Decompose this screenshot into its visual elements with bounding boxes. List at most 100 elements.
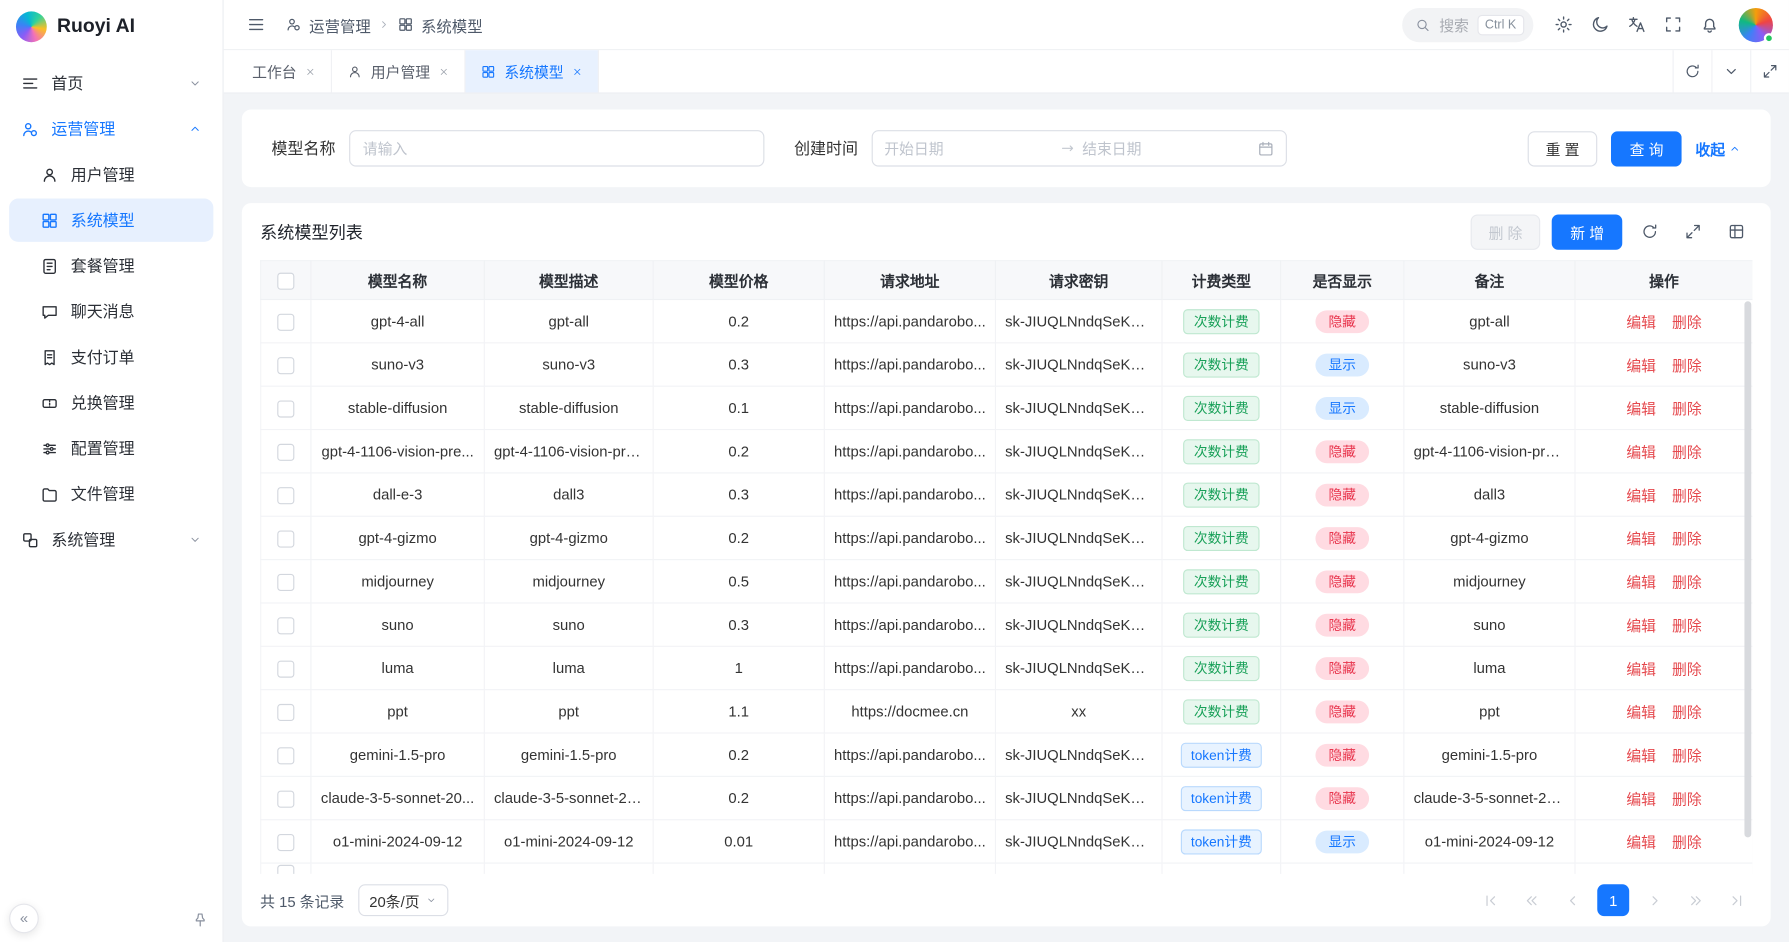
refresh-page-icon[interactable] xyxy=(1673,50,1712,92)
sidebar-item-user[interactable]: 用户管理 xyxy=(9,153,213,196)
edit-link[interactable]: 编辑 xyxy=(1626,704,1656,721)
edit-link[interactable]: 编辑 xyxy=(1626,791,1656,808)
delete-link[interactable]: 删除 xyxy=(1672,444,1702,461)
row-checkbox[interactable] xyxy=(277,617,294,634)
table-scrollbar[interactable] xyxy=(1743,301,1752,871)
row-checkbox[interactable] xyxy=(277,747,294,764)
hamburger-menu-icon[interactable] xyxy=(240,9,272,41)
refresh-table-icon[interactable] xyxy=(1634,216,1666,248)
bulk-delete-button[interactable]: 删 除 xyxy=(1470,214,1540,249)
pin-sidebar-icon[interactable] xyxy=(192,912,209,929)
row-checkbox[interactable] xyxy=(277,357,294,374)
sidebar-item-order[interactable]: 支付订单 xyxy=(9,335,213,378)
delete-link[interactable]: 删除 xyxy=(1672,487,1702,504)
start-date-input[interactable] xyxy=(884,140,1052,157)
edit-link[interactable]: 编辑 xyxy=(1626,661,1656,678)
add-button[interactable]: 新 增 xyxy=(1552,214,1622,249)
last-page-button[interactable] xyxy=(1720,884,1752,916)
sidebar-item-config[interactable]: 配置管理 xyxy=(9,427,213,470)
row-checkbox[interactable] xyxy=(277,660,294,677)
request-key-cell: sk-JIUQLNndqSeKWU... xyxy=(995,776,1162,819)
brand[interactable]: Ruoyi AI xyxy=(0,0,222,52)
date-range-picker[interactable] xyxy=(872,130,1287,167)
delete-link[interactable]: 删除 xyxy=(1672,791,1702,808)
sidebar-item-chat[interactable]: 聊天消息 xyxy=(9,290,213,333)
edit-link[interactable]: 编辑 xyxy=(1626,357,1656,374)
tab-model[interactable]: 系统模型 xyxy=(466,50,600,92)
sidebar-group-system[interactable]: 系统管理 xyxy=(9,518,213,561)
breadcrumb: 运营管理 系统模型 xyxy=(285,13,482,36)
delete-link[interactable]: 删除 xyxy=(1672,357,1702,374)
content-expand-icon[interactable] xyxy=(1750,50,1789,92)
row-checkbox[interactable] xyxy=(277,703,294,720)
edit-link[interactable]: 编辑 xyxy=(1626,444,1656,461)
sidebar-item-package[interactable]: 套餐管理 xyxy=(9,244,213,287)
model-name-input[interactable] xyxy=(349,130,764,167)
tab-user[interactable]: 用户管理 xyxy=(332,50,466,92)
row-checkbox[interactable] xyxy=(277,530,294,547)
breadcrumb-item-operations[interactable]: 运营管理 xyxy=(285,13,371,36)
next-page-button[interactable] xyxy=(1638,884,1670,916)
fullscreen-icon[interactable] xyxy=(1657,9,1689,41)
dark-mode-moon-icon[interactable] xyxy=(1584,9,1616,41)
user-avatar[interactable] xyxy=(1739,7,1773,41)
column-settings-icon[interactable] xyxy=(1720,216,1752,248)
row-checkbox[interactable] xyxy=(277,313,294,330)
delete-link[interactable]: 删除 xyxy=(1672,834,1702,851)
delete-link[interactable]: 删除 xyxy=(1672,747,1702,764)
prev-page-button[interactable] xyxy=(1556,884,1588,916)
close-tab-icon[interactable] xyxy=(305,66,316,77)
close-tab-icon[interactable] xyxy=(438,66,449,77)
edit-link[interactable]: 编辑 xyxy=(1626,314,1656,331)
query-button[interactable]: 查 询 xyxy=(1611,131,1681,166)
delete-link[interactable]: 删除 xyxy=(1672,704,1702,721)
edit-link[interactable]: 编辑 xyxy=(1626,747,1656,764)
model-desc-cell: suno-v3 xyxy=(484,343,653,386)
global-search[interactable]: 搜索 Ctrl K xyxy=(1403,7,1534,41)
edit-link[interactable]: 编辑 xyxy=(1626,574,1656,591)
delete-link[interactable]: 删除 xyxy=(1672,531,1702,548)
next-pages-button[interactable] xyxy=(1679,884,1711,916)
language-translate-icon[interactable] xyxy=(1620,9,1652,41)
delete-link[interactable]: 删除 xyxy=(1672,617,1702,634)
tab-menu-chevron-down-icon[interactable] xyxy=(1711,50,1750,92)
row-checkbox[interactable] xyxy=(277,487,294,504)
sidebar-item-redeem[interactable]: 兑换管理 xyxy=(9,381,213,424)
table-fullscreen-icon[interactable] xyxy=(1677,216,1709,248)
edit-link[interactable]: 编辑 xyxy=(1626,487,1656,504)
edit-link[interactable]: 编辑 xyxy=(1626,531,1656,548)
close-tab-icon[interactable] xyxy=(572,66,583,77)
collapse-filters-link[interactable]: 收起 xyxy=(1695,137,1741,159)
tab-workbench[interactable]: 工作台 xyxy=(237,50,332,92)
page-size-select[interactable]: 20条/页 xyxy=(358,884,448,916)
end-date-input[interactable] xyxy=(1082,140,1250,157)
row-checkbox[interactable] xyxy=(277,573,294,590)
row-checkbox[interactable] xyxy=(277,833,294,850)
sidebar-item-model[interactable]: 系统模型 xyxy=(9,199,213,242)
pagination: 共 15 条记录 20条/页 1 xyxy=(260,874,1752,926)
data-table: 模型名称模型描述模型价格请求地址请求密钥计费类型是否显示备注操作 gpt-4-a… xyxy=(260,260,1752,874)
reset-button[interactable]: 重 置 xyxy=(1527,131,1597,166)
breadcrumb-item-model[interactable]: 系统模型 xyxy=(397,13,483,36)
delete-link[interactable]: 删除 xyxy=(1672,661,1702,678)
edit-link[interactable]: 编辑 xyxy=(1626,834,1656,851)
edit-link[interactable]: 编辑 xyxy=(1626,400,1656,417)
select-all-checkbox[interactable] xyxy=(277,272,294,289)
delete-link[interactable]: 删除 xyxy=(1672,574,1702,591)
sidebar-collapse-button[interactable]: « xyxy=(9,904,39,934)
row-checkbox[interactable] xyxy=(277,443,294,460)
delete-link[interactable]: 删除 xyxy=(1672,400,1702,417)
row-checkbox[interactable] xyxy=(277,790,294,807)
row-checkbox[interactable] xyxy=(277,400,294,417)
edit-link[interactable]: 编辑 xyxy=(1626,617,1656,634)
sidebar-group-home[interactable]: 首页 xyxy=(9,62,213,105)
delete-link[interactable]: 删除 xyxy=(1672,314,1702,331)
first-page-button[interactable] xyxy=(1474,884,1506,916)
current-page-button[interactable]: 1 xyxy=(1597,884,1629,916)
sidebar-item-file[interactable]: 文件管理 xyxy=(9,472,213,515)
settings-gear-icon[interactable] xyxy=(1547,9,1579,41)
sidebar-group-operations[interactable]: 运营管理 xyxy=(9,107,213,150)
prev-pages-button[interactable] xyxy=(1515,884,1547,916)
notifications-bell-icon[interactable] xyxy=(1693,9,1725,41)
scrollbar-thumb[interactable] xyxy=(1744,301,1751,837)
